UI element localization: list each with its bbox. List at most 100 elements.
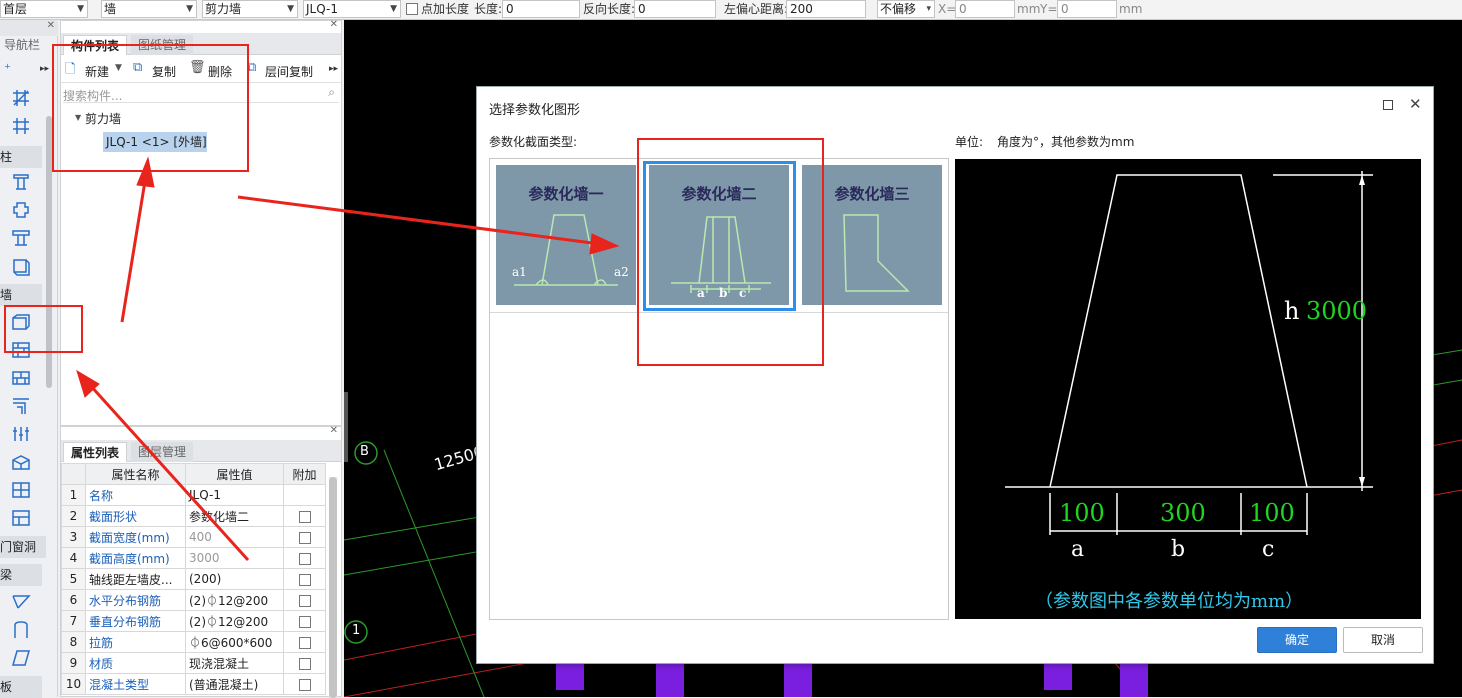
row-index: 8 [61,631,86,653]
additional-checkbox[interactable] [298,573,311,586]
header-index [61,463,86,485]
expand-icon[interactable]: ▸▸ [40,64,49,74]
wall-band-icon[interactable] [10,480,32,500]
floor-select[interactable]: 首层 ▼ [0,0,88,18]
ok-button[interactable]: 确定 [1257,627,1337,653]
brick-wall-icon[interactable] [10,368,32,388]
close-icon[interactable]: ✕ [330,425,338,436]
property-value[interactable]: JLQ-1 [185,484,284,506]
table-row[interactable]: 6 水平分布钢筋 (2)⏀12@200 [61,589,326,611]
subtype-select[interactable]: 剪力墙 ▼ [202,0,298,18]
additional-checkbox[interactable] [298,594,311,607]
property-name: 截面宽度(mm) [85,526,186,548]
maximize-icon[interactable] [1383,100,1393,110]
property-value[interactable]: (200) [185,568,284,590]
close-icon[interactable]: ✕ [1409,95,1422,113]
table-row[interactable]: 4 截面高度(mm) 3000 [61,547,326,569]
row-index: 9 [61,652,86,674]
curtain-wall-icon[interactable] [10,396,32,416]
pedestal-icon[interactable] [10,256,32,276]
property-value[interactable]: 400 [185,526,284,548]
tab-property-list[interactable]: 属性列表 [63,442,128,462]
table-row[interactable]: 5 轴线距左墙皮... (200) [61,568,326,590]
preview-drawing [1005,171,1373,535]
insulation-wall-icon[interactable] [10,452,32,472]
constructional-column-icon[interactable] [10,200,32,220]
floor-copy-button[interactable]: 层间复制 [265,63,313,80]
header-property-value: 属性值 [185,463,284,485]
table-row[interactable]: 7 垂直分布钢筋 (2)⏀12@200 [61,610,326,632]
ring-beam-icon[interactable] [10,620,32,640]
property-name: 截面形状 [85,505,186,527]
property-value[interactable]: ⏀6@600*600 [185,631,284,653]
property-name: 材质 [85,652,186,674]
property-value[interactable]: (2)⏀12@200 [185,589,284,611]
unit-label: 单位: [955,135,984,149]
nav-section-slab[interactable]: 板 [0,676,42,698]
wall-opening-icon[interactable] [10,424,32,444]
tab-layer-management[interactable]: 图层管理 [131,442,194,462]
table-row[interactable]: 8 拉筋 ⏀6@600*600 [61,631,326,653]
cancel-button[interactable]: 取消 [1343,627,1423,653]
property-name: 名称 [85,484,186,506]
search-icon[interactable]: ⌕ [328,85,335,100]
add-icon[interactable]: ⁺ [4,62,11,77]
property-value[interactable]: (2)⏀12@200 [185,610,284,632]
additional-checkbox[interactable] [298,510,311,523]
lintel-icon[interactable] [10,648,32,668]
top-toolbar: 首层 ▼ 墙 ▼ 剪力墙 ▼ JLQ-1 ▼ 点加长度 长度: 0 反向长度: 0 左偏… [0,0,1462,20]
additional-checkbox[interactable] [298,552,311,565]
close-icon[interactable]: ✕ [47,20,55,31]
left-offset-input[interactable]: 200 [786,0,866,18]
label-a2: a2 [614,265,629,279]
more-icon[interactable]: ▸▸ [329,64,338,74]
reverse-length-input[interactable]: 0 [634,0,716,18]
property-name: 水平分布钢筋 [85,589,186,611]
property-value[interactable]: 3000 [185,547,284,569]
column-icon[interactable] [10,172,32,192]
table-row[interactable]: 3 截面宽度(mm) 400 [61,526,326,548]
table-row[interactable]: 1 名称 JLQ-1 [61,484,326,506]
additional-cell [283,526,326,548]
nav-section-beam[interactable]: 梁 [0,564,42,586]
additional-checkbox[interactable] [298,657,311,670]
beam-icon[interactable] [10,592,32,612]
type-select[interactable]: 墙 ▼ [101,0,197,18]
additional-checkbox[interactable] [298,678,311,691]
property-scrollbar[interactable] [329,477,337,698]
close-icon[interactable]: ✕ [330,19,338,30]
y-unit: mm [1119,2,1143,16]
row-index: 5 [61,568,86,590]
nav-section-wall[interactable]: 墙 [0,284,42,306]
grid-axis-icon[interactable] [10,88,32,108]
point-length-label: 点加长度 [421,2,470,16]
table-row[interactable]: 2 截面形状 参数化墙二 [61,505,326,527]
additional-checkbox[interactable] [298,636,311,649]
table-row[interactable]: 10 混凝土类型 (普通混凝土) [61,673,326,695]
point-length-checkbox[interactable] [406,3,418,15]
grid-icon[interactable] [10,116,32,136]
shape-option-wall-1[interactable]: 参数化墙一 a1 a2 [496,165,636,305]
property-value[interactable]: (普通混凝土) [185,673,284,695]
additional-cell [283,484,326,506]
property-value[interactable]: 参数化墙二 [185,505,284,527]
y-input[interactable]: 0 [1057,0,1117,18]
x-input[interactable]: 0 [955,0,1015,18]
parametric-shape-dialog: 选择参数化图形 ✕ 参数化截面类型: 单位: 角度为°，其他参数为mm 参数化墙… [476,86,1434,664]
nav-section-column[interactable]: 柱 [0,146,42,168]
property-value[interactable]: 现浇混凝土 [185,652,284,674]
table-row[interactable]: 9 材质 现浇混凝土 [61,652,326,674]
nav-section-door-window[interactable]: 门窗洞 [0,536,46,558]
header-additional: 附加 [283,463,326,485]
length-input[interactable]: 0 [502,0,580,18]
dialog-title: 选择参数化图形 [489,103,581,118]
component-select[interactable]: JLQ-1 ▼ [303,0,401,18]
additional-checkbox[interactable] [298,531,311,544]
parapet-icon[interactable] [10,508,32,528]
column-cap-icon[interactable] [10,228,32,248]
annotation-box-wall-icon [4,305,83,353]
offset-mode-select[interactable]: 不偏移 ▾ [877,0,935,18]
row-index: 1 [61,484,86,506]
additional-cell [283,631,326,653]
additional-checkbox[interactable] [298,615,311,628]
